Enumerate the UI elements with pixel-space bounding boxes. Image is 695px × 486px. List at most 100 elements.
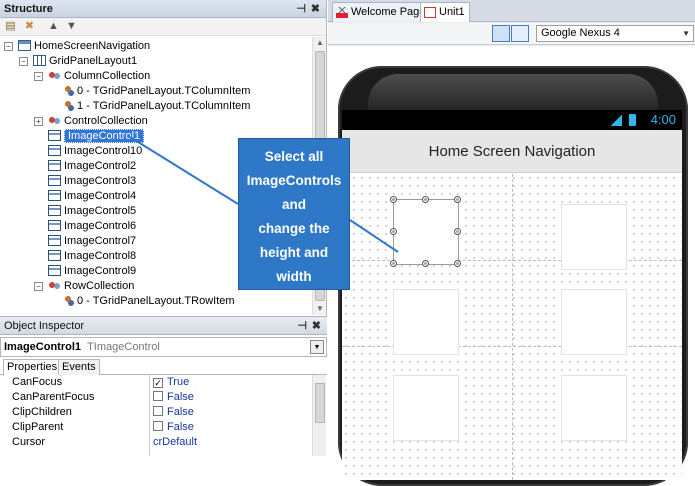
property-value-text: True [167, 376, 190, 388]
property-checkbox[interactable]: ✓ [153, 378, 163, 388]
tree-node[interactable]: ControlCollection [48, 114, 148, 129]
callout-line-text: change the [258, 221, 330, 236]
image-control[interactable] [394, 290, 458, 354]
callout-line-text: Select all [264, 149, 324, 164]
resize-handle[interactable] [454, 260, 461, 267]
tree-node[interactable]: RowCollection [48, 279, 134, 294]
folder-icon[interactable]: ▤ [3, 20, 18, 33]
scroll-down-icon[interactable]: ▼ [313, 303, 327, 315]
tree-node-label: 0 - TGridPanelLayout.TRowItem [77, 295, 235, 307]
device-view-button[interactable] [511, 25, 529, 42]
arrow-down-icon[interactable]: ▼ [64, 20, 79, 33]
collection-icon [48, 115, 61, 126]
image-control[interactable] [562, 376, 626, 440]
tree-node[interactable]: ImageControl8 [48, 249, 136, 264]
tab-unit1[interactable]: Unit1 [420, 2, 470, 22]
unit-icon [424, 7, 436, 18]
grid-icon [33, 55, 46, 66]
resize-handle[interactable] [454, 196, 461, 203]
designer-toolbar: Google Nexus 4 ▼ [328, 23, 695, 45]
image-control[interactable] [394, 376, 458, 440]
component-selector[interactable]: ImageControl1 TImageControl ▼ [0, 337, 327, 357]
property-checkbox[interactable] [153, 391, 163, 401]
tree-node[interactable]: ImageControl4 [48, 189, 136, 204]
image-control[interactable] [562, 290, 626, 354]
property-value[interactable]: False [153, 405, 194, 420]
tree-node[interactable]: ImageControl7 [48, 234, 136, 249]
item-icon [63, 85, 74, 96]
property-name: ClipParent [12, 421, 64, 433]
tree-node[interactable]: ImageControl1 [48, 129, 145, 144]
resize-handle[interactable] [390, 260, 397, 267]
tree-node[interactable]: ImageControl6 [48, 219, 136, 234]
tree-node[interactable]: GridPanelLayout1 [33, 54, 137, 69]
delete-icon[interactable]: ✖ [22, 20, 37, 33]
tree-node[interactable]: 0 - TGridPanelLayout.TColumnItem [63, 84, 250, 99]
resize-handle[interactable] [422, 260, 429, 267]
resize-handle[interactable] [454, 228, 461, 235]
property-name: Cursor [12, 436, 46, 448]
tab-welcome-page[interactable]: Welcome Page [332, 2, 431, 22]
resize-handle[interactable] [390, 196, 397, 203]
inspector-scrollbar[interactable] [312, 375, 326, 456]
property-checkbox[interactable] [153, 406, 163, 416]
image-control[interactable] [562, 205, 626, 269]
property-value[interactable]: False [153, 420, 194, 435]
tree-node[interactable]: ImageControl3 [48, 174, 136, 189]
chevron-down-icon[interactable]: ▼ [310, 340, 324, 354]
tab-label: Unit1 [439, 6, 465, 18]
tab-events[interactable]: Events [58, 359, 100, 375]
collapse-icon[interactable]: − [4, 42, 13, 51]
resize-handle[interactable] [422, 196, 429, 203]
collapse-icon[interactable]: − [34, 72, 43, 81]
tree-node-label: ImageControl2 [64, 160, 137, 172]
tree-node[interactable]: 1 - TGridPanelLayout.TColumnItem [63, 99, 250, 114]
scroll-up-icon[interactable]: ▲ [313, 37, 327, 49]
object-inspector: Object Inspector ⊣ ✖ ImageControl1 TImag… [0, 316, 327, 456]
image-icon [48, 235, 61, 246]
tab-properties[interactable]: Properties [3, 359, 62, 376]
collapse-icon[interactable]: − [19, 57, 28, 66]
scroll-thumb[interactable] [315, 383, 325, 423]
chevron-down-icon[interactable]: ▼ [682, 26, 690, 41]
tree-node[interactable]: ImageControl9 [48, 264, 136, 279]
property-row[interactable]: ClipChildren False [0, 405, 312, 420]
tab-label: Welcome Page [351, 6, 426, 18]
collapse-icon[interactable]: − [34, 282, 43, 291]
item-icon [63, 295, 74, 306]
image-control-1[interactable] [390, 196, 461, 267]
close-icon[interactable]: ✖ [312, 317, 321, 335]
resize-handle[interactable] [390, 228, 397, 235]
tree-node[interactable]: 0 - TGridPanelLayout.TRowItem [63, 294, 235, 309]
designer-area: Welcome Page Unit1 Google Nexus 4 ▼ 4:00… [328, 0, 695, 486]
property-divider[interactable] [149, 375, 150, 456]
property-value[interactable]: crDefault [153, 435, 197, 450]
app-title-bar[interactable]: Home Screen Navigation [342, 130, 682, 173]
tree-node[interactable]: HomeScreenNavigation [18, 39, 150, 54]
tree-node[interactable]: ImageControl5 [48, 204, 136, 219]
expand-icon[interactable]: + [34, 117, 43, 126]
image-icon [48, 175, 61, 186]
device-select[interactable]: Google Nexus 4 ▼ [536, 25, 694, 42]
property-grid: CanFocus ✓ True CanParentFocus False ClipChil… [0, 375, 312, 456]
image-icon [48, 190, 61, 201]
property-checkbox[interactable] [153, 421, 163, 431]
pin-icon[interactable]: ⊣ [297, 317, 307, 335]
arrow-up-icon[interactable]: ▲ [46, 20, 61, 33]
callout-line-text: and [281, 197, 306, 212]
property-row[interactable]: Cursor crDefault [0, 435, 312, 450]
property-row[interactable]: CanParentFocus False [0, 390, 312, 405]
property-row[interactable]: ClipParent False [0, 420, 312, 435]
pin-icon[interactable]: ⊣ [296, 0, 306, 18]
tree-node[interactable]: ImageControl10 [48, 144, 142, 159]
form-icon [18, 40, 31, 51]
property-value[interactable]: ✓ True [153, 375, 189, 390]
master-view-button[interactable] [492, 25, 510, 42]
tree-node-label: ImageControl6 [64, 220, 137, 232]
close-icon[interactable]: ✖ [311, 0, 320, 18]
instruction-callout: Select all ImageControls and change the … [238, 138, 350, 290]
tree-node[interactable]: ImageControl2 [48, 159, 136, 174]
property-row[interactable]: CanFocus ✓ True [0, 375, 312, 390]
tree-node[interactable]: ColumnCollection [48, 69, 150, 84]
property-value[interactable]: False [153, 390, 194, 405]
